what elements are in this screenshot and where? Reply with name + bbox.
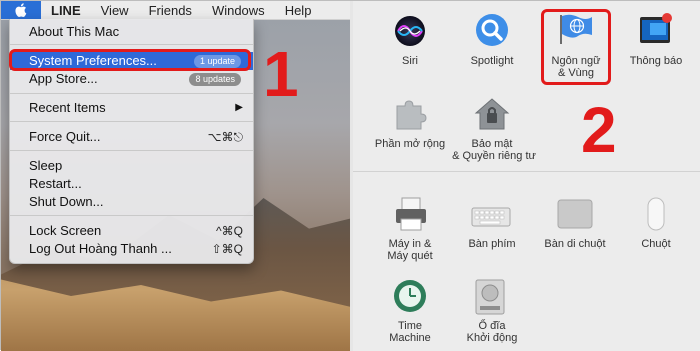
printer-icon <box>396 197 426 231</box>
pref-label-line1: Time <box>397 320 423 332</box>
pref-label: Siri <box>402 55 418 67</box>
menu-item-about-this-mac[interactable]: About This Mac <box>10 23 253 41</box>
shortcut-label: ⇧⌘Q <box>211 242 243 256</box>
menu-separator <box>10 44 253 45</box>
menu-separator <box>10 150 253 151</box>
pref-label: Bàn phím <box>468 238 516 250</box>
menu-help[interactable]: Help <box>275 3 322 18</box>
pref-label-line2: Máy quét <box>387 250 433 262</box>
pref-label-line1: Bảo mật <box>471 138 513 150</box>
menu-item-shut-down[interactable]: Shut Down... <box>10 193 253 211</box>
menu-item-label: Force Quit... <box>29 129 101 144</box>
menu-item-lock-screen[interactable]: Lock Screen ^⌘Q <box>10 222 253 240</box>
menu-item-label: Restart... <box>29 176 82 191</box>
apple-logo-icon <box>15 3 27 17</box>
menu-item-recent-items[interactable]: Recent Items ▶ <box>10 99 253 117</box>
security-privacy-icon <box>474 98 510 130</box>
extensions-icon <box>396 100 427 130</box>
highlight-box-language-region <box>541 9 611 85</box>
section-divider <box>353 171 700 172</box>
menu-separator <box>10 215 253 216</box>
pref-label-line1: Ổ đĩa <box>478 320 506 332</box>
pref-label-line2: Machine <box>389 332 431 344</box>
menu-item-log-out[interactable]: Log Out Hoàng Thanh ... ⇧⌘Q <box>10 240 253 258</box>
pref-label-line2: & Quyền riêng tư <box>452 150 536 162</box>
spotlight-icon <box>476 14 508 46</box>
apple-menu-button[interactable] <box>1 1 41 19</box>
menu-item-force-quit[interactable]: Force Quit... ⌥⌘⎋ <box>10 128 253 146</box>
menu-item-label: App Store... <box>29 71 98 86</box>
screenshot-frame: LINE View Friends Windows Help About Thi… <box>0 0 700 351</box>
menu-item-restart[interactable]: Restart... <box>10 175 253 193</box>
keyboard-icon <box>471 207 511 227</box>
pref-label-line2: Khởi động <box>466 332 518 344</box>
shortcut-label: ^⌘Q <box>216 224 243 238</box>
step-number-1: 1 <box>263 38 299 110</box>
pref-label: Bàn di chuột <box>544 238 606 250</box>
pref-label: Chuột <box>641 238 671 250</box>
menu-item-label: About This Mac <box>29 24 120 39</box>
menu-item-label: Recent Items <box>29 100 106 115</box>
menu-item-label: Shut Down... <box>29 194 104 209</box>
pref-label-line1: Máy in & <box>388 238 432 250</box>
menu-item-label: Lock Screen <box>29 223 102 238</box>
time-machine-icon <box>394 280 426 312</box>
submenu-arrow-icon: ▶ <box>235 102 243 113</box>
pref-label: Thông báo <box>629 55 683 67</box>
notifications-icon <box>640 13 672 43</box>
menu-separator <box>10 121 253 122</box>
menu-item-label: Log Out Hoàng Thanh ... <box>29 241 172 256</box>
menu-bar: LINE View Friends Windows Help <box>1 1 351 20</box>
menu-item-sleep[interactable]: Sleep <box>10 157 253 175</box>
menu-friends[interactable]: Friends <box>139 3 202 18</box>
trackpad-icon <box>557 199 593 229</box>
startup-disk-icon <box>475 279 505 315</box>
menu-view[interactable]: View <box>91 3 139 18</box>
menu-separator <box>10 93 253 94</box>
mouse-icon <box>647 197 665 231</box>
menu-item-app-store[interactable]: App Store... 8 updates <box>10 70 253 88</box>
pref-label: Spotlight <box>470 55 514 67</box>
update-badge: 8 updates <box>189 73 241 86</box>
menu-app-line[interactable]: LINE <box>41 3 91 18</box>
menu-windows[interactable]: Windows <box>202 3 275 18</box>
desktop-panel: LINE View Friends Windows Help About Thi… <box>1 1 351 351</box>
highlight-box-system-preferences <box>9 49 251 71</box>
shortcut-label: ⌥⌘⎋ <box>207 130 243 144</box>
pref-label: Phần mở rộng <box>374 138 446 150</box>
menu-item-label: Sleep <box>29 158 63 173</box>
step-number-2: 2 <box>581 94 617 166</box>
system-preferences-panel: Siri Spotlight Ngôn ngữ & Vùng Thông báo… <box>353 1 700 351</box>
siri-icon <box>395 16 425 46</box>
